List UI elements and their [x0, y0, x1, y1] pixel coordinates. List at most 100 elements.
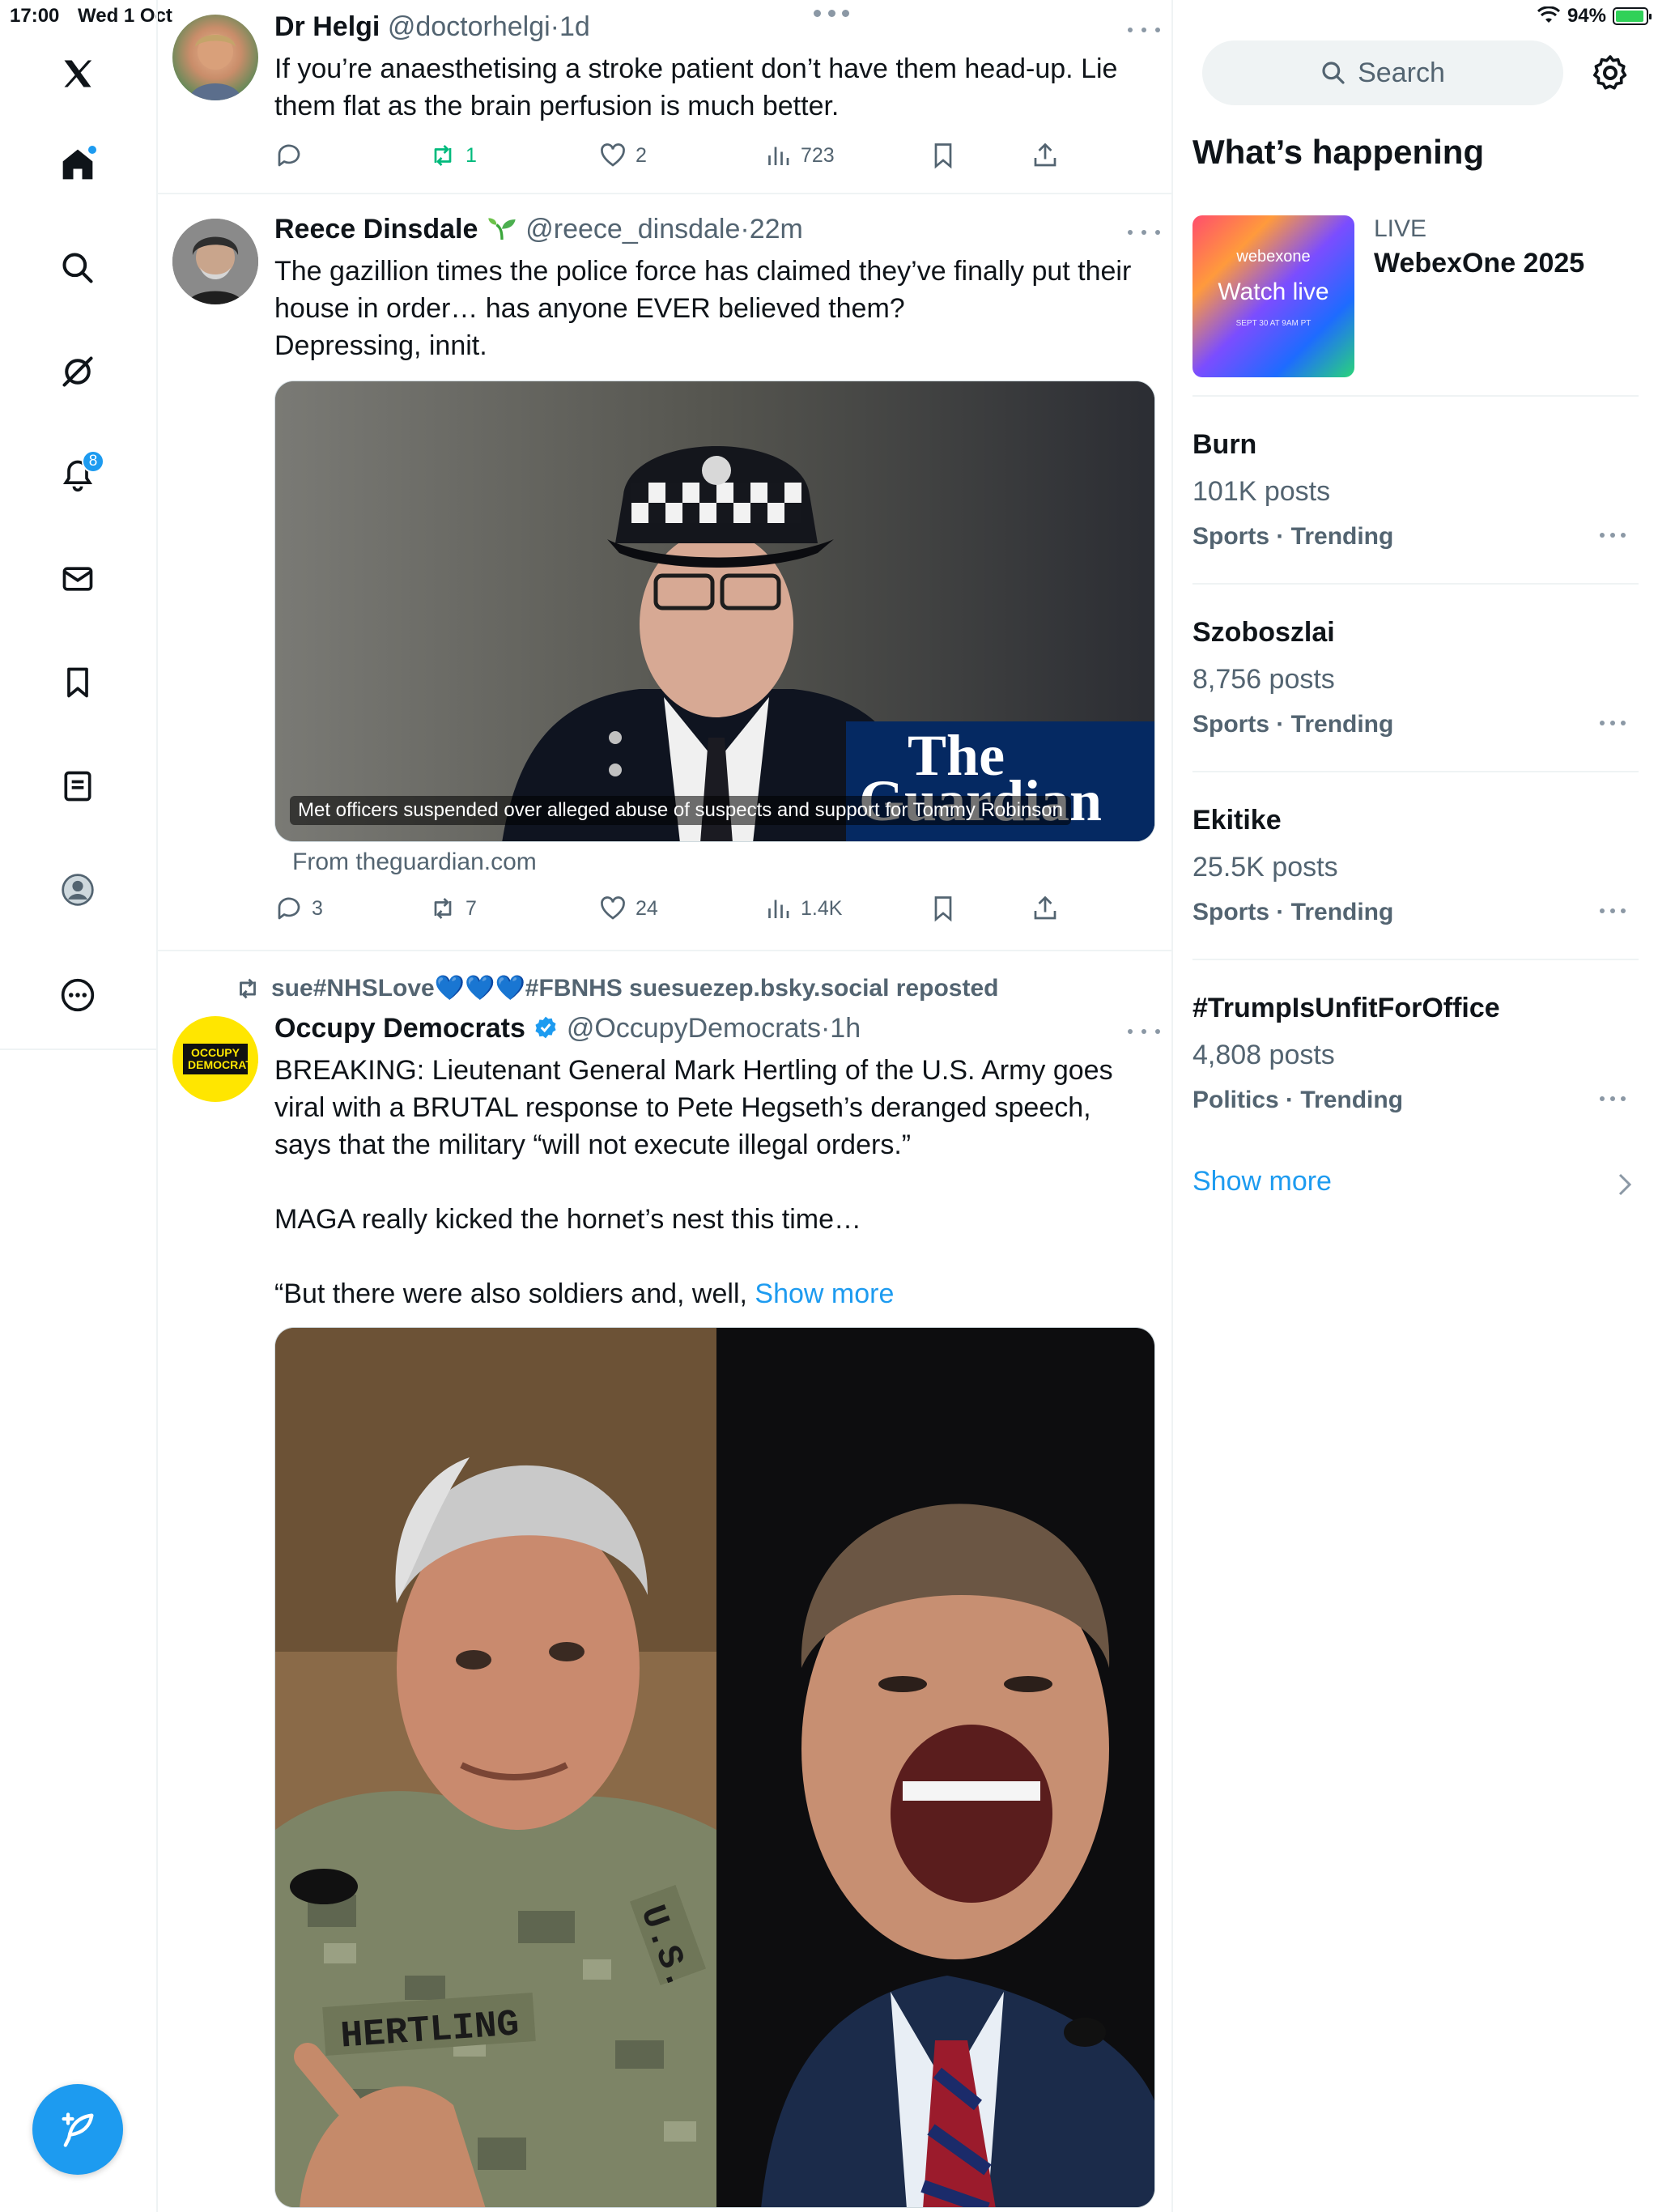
views-button[interactable]: 1.4K [763, 894, 842, 923]
lists-icon[interactable] [49, 758, 106, 815]
bookmark-icon [934, 896, 952, 922]
repost-button[interactable]: 1 [428, 141, 477, 170]
search-icon[interactable] [49, 240, 106, 296]
trend-title[interactable]: #TrumpIsUnfitForOffice [1192, 993, 1500, 1024]
trend-category: Sports · Trending [1192, 523, 1394, 550]
share-button[interactable] [1031, 141, 1060, 170]
views-button[interactable]: 723 [763, 141, 835, 170]
tweet-actions: 1 2 723 [274, 141, 1108, 177]
search-placeholder: Search [1358, 57, 1445, 88]
webex-brand: webexone [1236, 248, 1311, 266]
tweet-time[interactable]: 1d [559, 11, 590, 42]
bookmark-icon [934, 143, 952, 169]
live-event-title[interactable]: WebexOne 2025 [1374, 248, 1584, 279]
compose-feather-icon [62, 2112, 94, 2147]
show-more-trends-link[interactable]: Show more [1192, 1166, 1332, 1197]
tweet-more-icon[interactable] [1128, 220, 1160, 245]
trend-title[interactable]: Burn [1192, 429, 1256, 461]
timeline-feed[interactable]: Dr Helgi @doctorhelgi·1d If you’re anaes… [156, 0, 1173, 2212]
like-count: 24 [636, 896, 658, 920]
reply-icon [278, 144, 300, 167]
tweet-2[interactable]: Reece Dinsdale @reece_dinsdale·22m The g… [158, 194, 1171, 951]
reply-button[interactable] [274, 141, 312, 170]
profile-icon[interactable] [49, 861, 106, 918]
repost-count: 7 [466, 896, 477, 920]
more-options-icon[interactable] [49, 967, 106, 1023]
avatar[interactable]: OCCUPY DEMOCRATS [172, 1016, 258, 1102]
notifications-icon[interactable]: 8 [49, 447, 106, 504]
separator: · [820, 1013, 831, 1044]
author-handle[interactable]: @OccupyDemocrats [567, 1013, 821, 1044]
author-name[interactable]: Dr Helgi [274, 11, 380, 42]
verified-badge-icon [535, 1016, 556, 1039]
tweet-more-icon[interactable] [1128, 18, 1160, 42]
messages-icon[interactable] [49, 551, 106, 607]
settings-gear-icon[interactable] [1591, 53, 1630, 92]
avatar-logo-text: OCCUPY DEMOCRATS [183, 1044, 258, 1074]
search-input[interactable]: Search [1202, 40, 1563, 105]
link-card-image[interactable]: The Guardian Met officers suspended over… [274, 381, 1155, 842]
whats-happening-title: What’s happening [1192, 133, 1485, 171]
chevron-right-icon [1618, 1173, 1632, 1196]
grok-icon[interactable] [49, 343, 106, 400]
tweet-text: The gazillion times the police force has… [274, 256, 1132, 361]
avatar[interactable] [172, 219, 258, 304]
compose-button[interactable] [32, 2084, 123, 2175]
bookmark-button[interactable] [929, 894, 958, 923]
trend-title[interactable]: Szoboszlai [1192, 617, 1335, 649]
watch-live-text: Watch live [1218, 279, 1329, 305]
bookmark-button[interactable] [929, 141, 958, 170]
reply-icon [278, 897, 300, 920]
reply-count: 3 [312, 896, 323, 920]
author-name[interactable]: Occupy Democrats [274, 1013, 525, 1044]
like-count: 2 [636, 143, 647, 167]
tweet-time[interactable]: 22m [750, 214, 803, 245]
share-icon [1034, 143, 1056, 167]
link-source[interactable]: From theguardian.com [292, 849, 537, 876]
nav-divider [0, 1049, 156, 1050]
search-icon [1322, 62, 1345, 84]
trend-posts: 25.5K posts [1192, 852, 1338, 883]
reply-button[interactable]: 3 [274, 894, 323, 923]
repost-icon [434, 898, 452, 919]
event-date-text: SEPT 30 AT 9AM PT [1235, 319, 1312, 328]
repost-icon [240, 978, 256, 998]
trend-title[interactable]: Ekitike [1192, 805, 1282, 836]
tweet-body: BREAKING: Lieutenant General Mark Hertli… [274, 1055, 1113, 1309]
author-handle[interactable]: @doctorhelgi [388, 11, 551, 42]
trend-category: Politics · Trending [1192, 1087, 1404, 1113]
like-button[interactable]: 2 [598, 141, 647, 170]
home-icon[interactable] [49, 136, 106, 193]
share-button[interactable] [1031, 894, 1060, 923]
card-caption: Met officers suspended over alleged abus… [290, 796, 1071, 825]
author-name[interactable]: Reece Dinsdale [274, 214, 478, 245]
sidebar-divider [1192, 583, 1639, 585]
repost-attribution[interactable]: sue#NHSLove💙💙💙#FBNHS suesuezep.bsky.soci… [234, 974, 998, 1002]
bookmarks-icon[interactable] [49, 654, 106, 711]
seedling-emoji-icon [488, 218, 516, 240]
left-navigation: 8 [0, 0, 156, 2212]
tweet-time[interactable]: 1h [830, 1013, 861, 1044]
separator: · [740, 214, 750, 245]
trend-posts: 8,756 posts [1192, 664, 1335, 695]
trend-more-icon[interactable] [1600, 907, 1626, 915]
repost-button[interactable]: 7 [428, 894, 477, 923]
avatar[interactable] [172, 15, 258, 100]
tweet-text: BREAKING: Lieutenant General Mark Hertli… [274, 1052, 1149, 1312]
trend-more-icon[interactable] [1600, 719, 1626, 727]
like-button[interactable]: 24 [598, 894, 658, 923]
tweet-1[interactable]: Dr Helgi @doctorhelgi·1d If you’re anaes… [158, 0, 1171, 194]
author-handle[interactable]: @reece_dinsdale [525, 214, 740, 245]
views-chart-icon [768, 900, 789, 918]
show-more-link[interactable]: Show more [755, 1278, 894, 1309]
tweet-more-icon[interactable] [1128, 1019, 1160, 1044]
trend-more-icon[interactable] [1600, 1095, 1626, 1103]
tweet-3[interactable]: sue#NHSLove💙💙💙#FBNHS suesuezep.bsky.soci… [158, 951, 1171, 2212]
trend-posts: 4,808 posts [1192, 1040, 1335, 1070]
x-logo-icon[interactable] [49, 45, 106, 102]
live-event-thumbnail[interactable]: webexone Watch live SEPT 30 AT 9AM PT [1192, 215, 1354, 377]
tweet-header: Dr Helgi @doctorhelgi·1d [274, 11, 590, 43]
tweet-image[interactable]: HERTLING U.S. [274, 1327, 1155, 2208]
trend-more-icon[interactable] [1600, 531, 1626, 539]
sidebar-divider [1192, 771, 1639, 772]
